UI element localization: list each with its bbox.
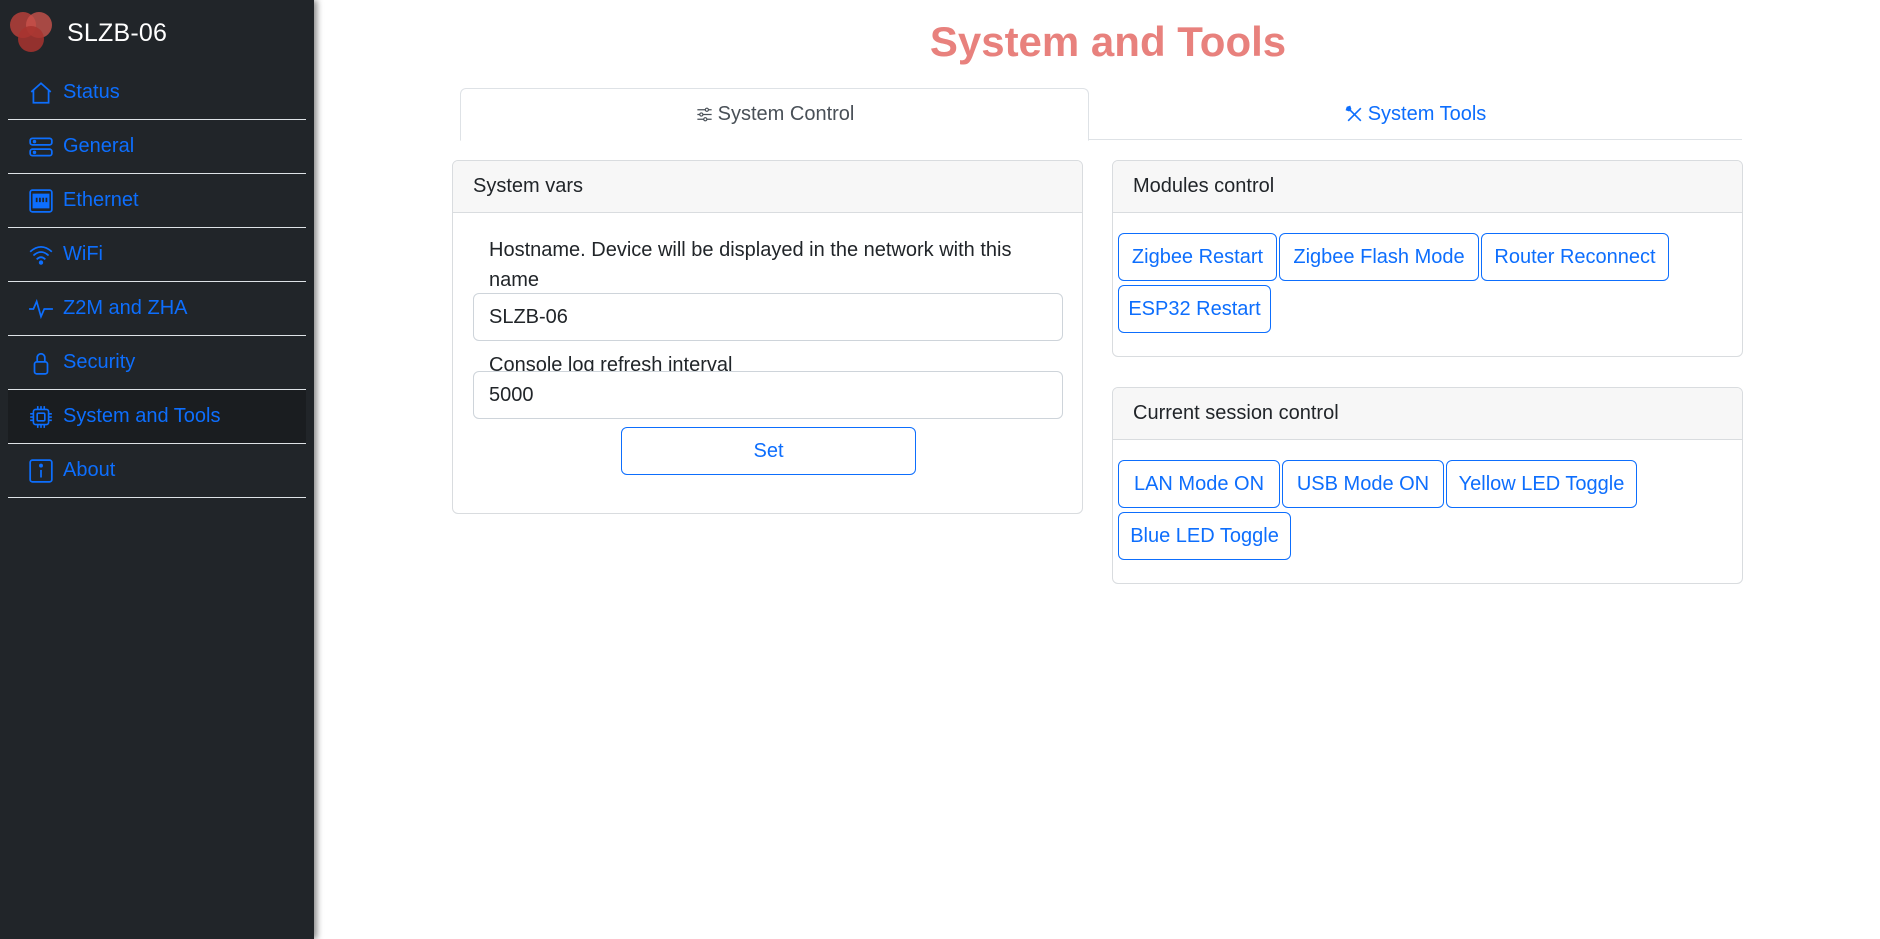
house-icon [28, 80, 54, 106]
wifi-icon [28, 242, 54, 268]
system-vars-card: System vars Hostname. Device will be dis… [452, 160, 1083, 514]
zigbee-flash-mode-button[interactable]: Zigbee Flash Mode [1279, 233, 1479, 281]
router-reconnect-button[interactable]: Router Reconnect [1481, 233, 1669, 281]
hostname-label: Hostname. Device will be displayed in th… [489, 239, 1012, 291]
main-content: System and Tools System Control System T… [314, 0, 1880, 939]
refresh-interval-input[interactable] [473, 371, 1063, 419]
lan-mode-button[interactable]: LAN Mode ON [1118, 460, 1280, 508]
sidebar-item-label: System and Tools [63, 405, 221, 427]
modules-control-header: Modules control [1113, 161, 1742, 213]
esp32-restart-button[interactable]: ESP32 Restart [1118, 285, 1271, 333]
sidebar-nav: Status General Ethernet WiFi Z2M and ZHA [0, 66, 314, 498]
server-icon [28, 134, 54, 160]
lock-icon [28, 350, 54, 376]
sidebar-item-label: WiFi [63, 243, 103, 265]
sidebar-item-wifi[interactable]: WiFi [8, 228, 306, 282]
sidebar-item-label: Ethernet [63, 189, 139, 211]
system-vars-header: System vars [453, 161, 1082, 213]
brand-title: SLZB-06 [67, 18, 168, 47]
zigbee-restart-button[interactable]: Zigbee Restart [1118, 233, 1277, 281]
sidebar-item-ethernet[interactable]: Ethernet [8, 174, 306, 228]
page-title: System and Tools [929, 18, 1287, 65]
tab-bar: System Control System Tools [460, 88, 1742, 141]
tab-system-tools[interactable]: System Tools [1089, 88, 1742, 140]
tools-icon [1345, 105, 1362, 121]
sidebar-item-label: Security [63, 351, 136, 373]
session-control-header: Current session control [1113, 388, 1742, 440]
sidebar-item-security[interactable]: Security [8, 336, 306, 390]
tab-label: System Tools [1367, 102, 1487, 125]
set-button[interactable]: Set [621, 427, 916, 475]
tab-label: System Control [717, 103, 855, 125]
brand-logo [10, 12, 52, 52]
sidebar-item-system-tools[interactable]: System and Tools [8, 390, 306, 444]
sidebar-item-label: General [63, 135, 135, 157]
sidebar-item-label: About [63, 459, 116, 481]
session-control-card: Current session control LAN Mode ON USB … [1112, 387, 1743, 584]
sidebar-item-label: Status [63, 81, 120, 103]
usb-mode-button[interactable]: USB Mode ON [1282, 460, 1444, 508]
modules-control-card: Modules control Zigbee Restart Zigbee Fl… [1112, 160, 1743, 357]
cpu-icon [28, 404, 54, 430]
tab-system-control[interactable]: System Control [460, 88, 1089, 141]
sliders-icon [697, 107, 712, 122]
brand[interactable]: SLZB-06 [0, 0, 314, 66]
sidebar-item-z2m-zha[interactable]: Z2M and ZHA [8, 282, 306, 336]
sidebar-item-about[interactable]: About [8, 444, 306, 498]
activity-icon [28, 296, 54, 322]
sidebar: SLZB-06 Status General Ethernet WiFi Z2M… [0, 0, 314, 939]
sidebar-item-label: Z2M and ZHA [63, 297, 188, 319]
info-icon [28, 458, 54, 484]
sidebar-item-general[interactable]: General [8, 120, 306, 174]
hostname-input[interactable] [473, 293, 1063, 341]
blue-led-toggle-button[interactable]: Blue LED Toggle [1118, 512, 1291, 560]
sidebar-item-status[interactable]: Status [8, 66, 306, 120]
ethernet-icon [28, 188, 54, 214]
yellow-led-toggle-button[interactable]: Yellow LED Toggle [1446, 460, 1637, 508]
